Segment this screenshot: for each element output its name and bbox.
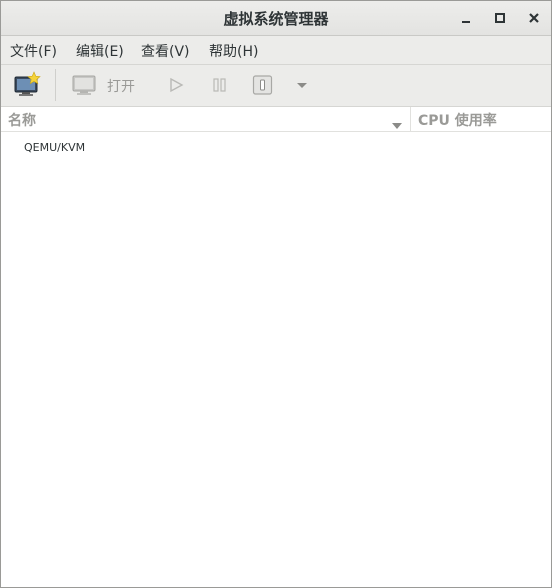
app-window: 虚拟系统管理器 文件(F) 编辑(E) 查看(V) 帮助(H) 打开 名称 CP… bbox=[0, 0, 552, 588]
maximize-button[interactable] bbox=[491, 9, 509, 27]
column-header: 名称 CPU 使用率 bbox=[1, 107, 551, 132]
monitor-icon bbox=[72, 75, 96, 95]
pause-icon bbox=[213, 78, 226, 92]
shutdown-button[interactable] bbox=[251, 71, 275, 99]
open-label[interactable]: 打开 bbox=[107, 76, 135, 96]
chevron-down-icon bbox=[297, 83, 307, 88]
toolbar-separator bbox=[55, 69, 56, 101]
column-divider[interactable] bbox=[410, 107, 411, 131]
column-name-header[interactable]: 名称 bbox=[8, 110, 36, 130]
run-button[interactable] bbox=[165, 71, 187, 99]
title-bar[interactable]: 虚拟系统管理器 bbox=[1, 1, 551, 36]
pause-button[interactable] bbox=[209, 71, 231, 99]
toolbar: 打开 bbox=[1, 65, 551, 107]
new-vm-icon bbox=[14, 71, 41, 96]
open-console-button[interactable] bbox=[71, 71, 99, 99]
column-cpu-header[interactable]: CPU 使用率 bbox=[418, 110, 497, 130]
new-vm-button[interactable] bbox=[13, 71, 41, 99]
connection-row[interactable]: QEMU/KVM bbox=[1, 132, 551, 162]
connection-list: QEMU/KVM bbox=[1, 132, 551, 587]
maximize-icon bbox=[495, 13, 505, 23]
power-icon bbox=[252, 75, 273, 95]
minimize-icon bbox=[462, 21, 470, 23]
shutdown-menu-button[interactable] bbox=[293, 71, 311, 99]
connection-name: QEMU/KVM bbox=[24, 141, 86, 154]
play-icon bbox=[170, 77, 184, 93]
minimize-button[interactable] bbox=[457, 9, 475, 27]
close-button[interactable] bbox=[525, 9, 543, 27]
menu-view[interactable]: 查看(V) bbox=[141, 41, 190, 61]
menu-help[interactable]: 帮助(H) bbox=[209, 41, 258, 61]
menu-file[interactable]: 文件(F) bbox=[10, 41, 57, 61]
menu-bar: 文件(F) 编辑(E) 查看(V) 帮助(H) bbox=[1, 36, 551, 65]
menu-edit[interactable]: 编辑(E) bbox=[76, 41, 124, 61]
close-icon bbox=[529, 13, 539, 23]
